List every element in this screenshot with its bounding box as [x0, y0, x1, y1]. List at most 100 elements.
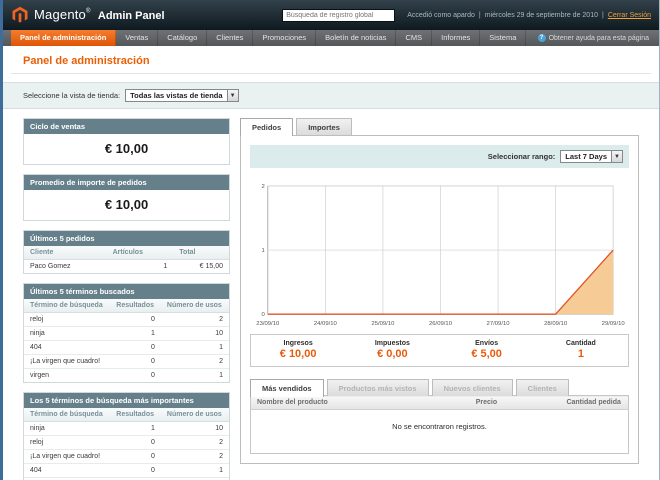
- page-title: Panel de administración: [3, 46, 659, 73]
- col-termino: Término de búsqueda: [24, 299, 110, 313]
- lifetime-sales-box: Ciclo de ventas € 10,00: [23, 118, 230, 165]
- session-info: Accedió como apardo | miércoles 29 de se…: [407, 12, 651, 19]
- range-bar: Seleccionar rango: Last 7 Days ▼: [250, 145, 629, 168]
- cell-usos: 10: [161, 327, 229, 341]
- cell-termino: 404: [24, 464, 110, 478]
- cell-cliente: Paco Gomez: [24, 260, 107, 274]
- table-row[interactable]: reloj 0 2: [24, 436, 229, 450]
- left-column: Ciclo de ventas € 10,00 Promedio de impo…: [23, 118, 230, 480]
- cell-usos: 2: [161, 313, 229, 327]
- svg-text:25/09/10: 25/09/10: [371, 321, 395, 327]
- right-column: Pedidos Importes Seleccionar rango: Last…: [240, 118, 639, 480]
- cell-total: € 15,00: [173, 260, 229, 274]
- cell-usos: 2: [161, 355, 229, 369]
- top-search-terms-box: Los 5 términos de búsqueda más important…: [23, 392, 230, 480]
- chevron-down-icon: ▼: [227, 90, 238, 101]
- col-cliente: Cliente: [24, 246, 107, 260]
- table-header-row: Término de búsqueda Resultados Número de…: [24, 408, 229, 422]
- col-total: Total: [173, 246, 229, 260]
- stat-label: Impuestos: [345, 340, 439, 347]
- cell-termino: ninja: [24, 327, 110, 341]
- tab-pedidos[interactable]: Pedidos: [240, 118, 293, 136]
- lifetime-sales-title: Ciclo de ventas: [24, 119, 229, 134]
- nav-item-newsletter[interactable]: Boletín de noticias: [316, 30, 396, 46]
- tab-mas-vendidos[interactable]: Más vendidos: [250, 379, 324, 397]
- col-cantidad-pedida: Cantidad pedida: [560, 396, 628, 410]
- stat-envios: Envíos € 5,00: [440, 340, 534, 360]
- tab-productos-mas-vistos[interactable]: Productos más vistos: [327, 379, 429, 396]
- table-header-row: Término de búsqueda Resultados Número de…: [24, 299, 229, 313]
- logout-link[interactable]: Cerrar Sesión: [608, 12, 651, 19]
- table-header-row: Cliente Artículos Total: [24, 246, 229, 260]
- nav-item-system[interactable]: Sistema: [480, 30, 526, 46]
- cell-usos: 2: [161, 450, 229, 464]
- stat-label: Cantidad: [534, 340, 628, 347]
- average-orders-value: € 10,00: [24, 190, 229, 220]
- cell-resultados: 1: [110, 327, 161, 341]
- table-header-row: Nombre del producto Precio Cantidad pedi…: [251, 396, 629, 410]
- table-row[interactable]: Paco Gomez 1 € 15,00: [24, 260, 229, 274]
- cell-termino: 404: [24, 341, 110, 355]
- cell-termino: ¡La virgen que cuadro!: [24, 355, 110, 369]
- tab-nuevos-clientes[interactable]: Nuevos clientes: [432, 379, 513, 396]
- cell-resultados: 0: [110, 341, 161, 355]
- last-search-terms-box: Últimos 5 términos buscados Término de b…: [23, 283, 230, 383]
- svg-text:26/09/10: 26/09/10: [429, 321, 453, 327]
- table-row[interactable]: virgen 0 1: [24, 369, 229, 383]
- stat-label: Envíos: [440, 340, 534, 347]
- cell-usos: 1: [161, 369, 229, 383]
- store-view-bar: Seleccione la vista de tienda: Todas las…: [3, 82, 659, 109]
- table-row[interactable]: ninja 1 10: [24, 422, 229, 436]
- nav-item-customers[interactable]: Clientes: [207, 30, 253, 46]
- col-articulos: Artículos: [107, 246, 174, 260]
- stat-impuestos: Impuestos € 0,00: [345, 340, 439, 360]
- tab-importes[interactable]: Importes: [296, 118, 352, 135]
- table-row[interactable]: reloj 0 2: [24, 313, 229, 327]
- nav-item-sales[interactable]: Ventas: [116, 30, 158, 46]
- last-orders-box: Últimos 5 pedidos Cliente Artículos Tota…: [23, 230, 230, 274]
- help-link[interactable]: ? Obtener ayuda para esta página: [538, 30, 659, 46]
- range-value: Last 7 Days: [561, 151, 611, 162]
- table-row[interactable]: ¡La virgen que cuadro! 0 2: [24, 450, 229, 464]
- average-orders-box: Promedio de importe de pedidos € 10,00: [23, 174, 230, 221]
- cell-usos: 2: [161, 436, 229, 450]
- global-search-input[interactable]: [282, 9, 395, 22]
- svg-text:29/09/10: 29/09/10: [602, 321, 626, 327]
- cell-termino: ¡La virgen que cuadro!: [24, 450, 110, 464]
- cell-resultados: 0: [110, 313, 161, 327]
- tab-clientes[interactable]: Clientes: [516, 379, 569, 396]
- cell-resultados: 0: [110, 369, 161, 383]
- cell-usos: 10: [161, 422, 229, 436]
- nav-item-reports[interactable]: Informes: [432, 30, 480, 46]
- table-row[interactable]: 404 0 1: [24, 341, 229, 355]
- col-precio: Precio: [470, 396, 561, 410]
- cell-resultados: 0: [110, 464, 161, 478]
- nav-item-catalog[interactable]: Catálogo: [158, 30, 207, 46]
- cell-termino: reloj: [24, 313, 110, 327]
- lifetime-sales-value: € 10,00: [24, 134, 229, 164]
- col-resultados: Resultados: [110, 299, 161, 313]
- table-row[interactable]: ninja 1 10: [24, 327, 229, 341]
- empty-message: No se encontraron registros.: [251, 410, 629, 454]
- nav-item-cms[interactable]: CMS: [396, 30, 432, 46]
- range-select[interactable]: Last 7 Days ▼: [560, 150, 623, 163]
- stat-value: € 0,00: [345, 348, 439, 360]
- table-row[interactable]: 404 0 1: [24, 464, 229, 478]
- nav-item-promotions[interactable]: Promociones: [253, 30, 316, 46]
- table-row[interactable]: ¡La virgen que cuadro! 0 2: [24, 355, 229, 369]
- svg-text:24/09/10: 24/09/10: [314, 321, 338, 327]
- totals-bar: Ingresos € 10,00 Impuestos € 0,00 Envíos…: [250, 334, 629, 367]
- store-view-select[interactable]: Todas las vistas de tienda ▼: [125, 89, 238, 102]
- cell-resultados: 0: [110, 355, 161, 369]
- top-header: Magento® Admin Panel Accedió como apardo…: [3, 0, 659, 30]
- help-label: Obtener ayuda para esta página: [549, 35, 649, 42]
- cell-resultados: 0: [110, 436, 161, 450]
- orders-chart-wrap: 01223/09/1024/09/1025/09/1026/09/1027/09…: [252, 178, 627, 328]
- title-divider: [11, 73, 651, 74]
- separator: |: [479, 12, 481, 19]
- nav-item-dashboard[interactable]: Panel de administración: [11, 30, 116, 46]
- separator: |: [602, 12, 604, 19]
- svg-text:0: 0: [262, 312, 266, 318]
- last-orders-title: Últimos 5 pedidos: [24, 231, 229, 246]
- last-search-terms-table: Término de búsqueda Resultados Número de…: [24, 299, 229, 382]
